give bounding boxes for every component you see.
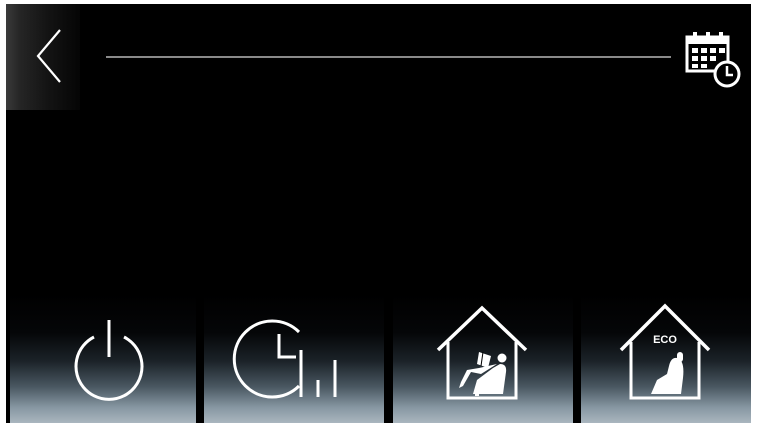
comfort-mode-button[interactable]	[393, 294, 573, 423]
back-button[interactable]	[6, 4, 80, 110]
house-person-relaxing-icon	[436, 305, 528, 400]
power-button[interactable]	[10, 294, 196, 423]
eco-label: ECO	[653, 334, 677, 346]
timer-button[interactable]	[204, 294, 384, 423]
calendar-clock-icon	[685, 32, 741, 88]
title-divider-line	[106, 56, 671, 58]
house-eco-icon: ECO	[619, 303, 711, 400]
eco-mode-button[interactable]: ECO	[581, 294, 751, 423]
power-icon	[74, 320, 144, 401]
thermostat-screen: ECO	[6, 4, 751, 423]
timer-bars-icon	[232, 319, 337, 399]
mode-button-bar: ECO	[6, 294, 751, 423]
schedule-button[interactable]	[682, 24, 742, 88]
chevron-left-icon	[36, 29, 61, 83]
